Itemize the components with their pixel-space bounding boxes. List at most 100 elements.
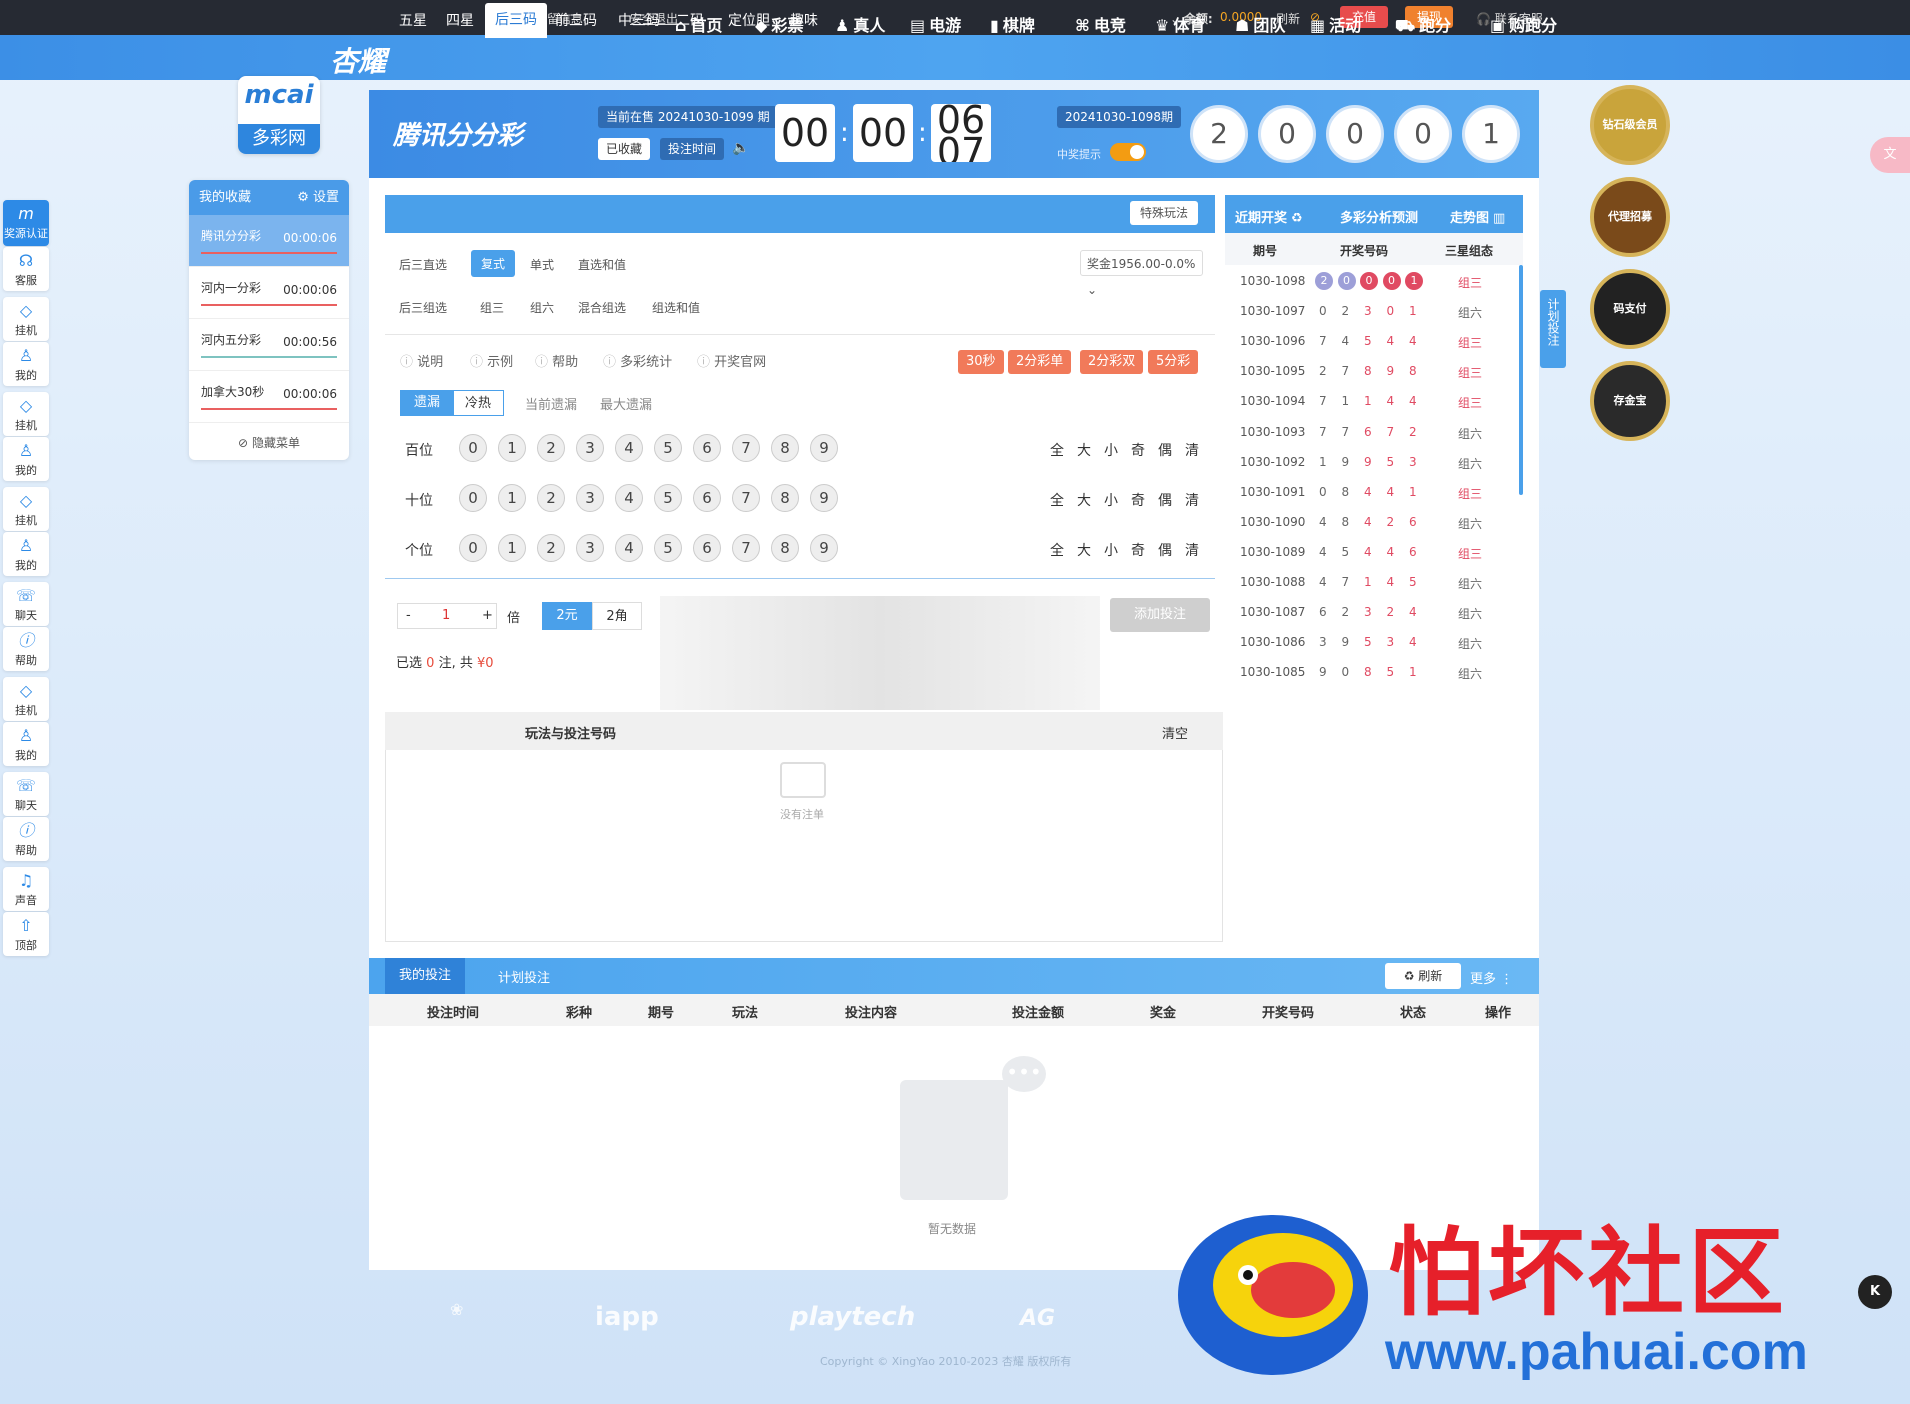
number-ball[interactable]: 9 [810, 484, 838, 512]
plan-bets-tab[interactable]: 计划投注 [498, 967, 550, 986]
quick-filter[interactable]: 大 [1077, 540, 1091, 560]
tab-2[interactable]: 四星 [446, 10, 474, 30]
sidebar-我的[interactable]: ♙ 我的 [3, 722, 49, 766]
sidebar-我的[interactable]: ♙ 我的 [3, 437, 49, 481]
info-link-1[interactable]: ⓘ 说明 [400, 351, 443, 370]
hide-menu-button[interactable]: ⊘ 隐藏菜单 [189, 423, 349, 460]
number-ball[interactable]: 1 [498, 534, 526, 562]
my-bets-tab[interactable]: 我的投注 [385, 958, 465, 994]
nav-11[interactable]: ▣ 购跑分 [1490, 12, 1557, 36]
quick-filter[interactable]: 奇 [1131, 440, 1145, 460]
sidebar-聊天[interactable]: ☏ 聊天 [3, 772, 49, 816]
multiplier-input[interactable]: 1 [442, 608, 450, 623]
quick-filter[interactable]: 偶 [1158, 440, 1172, 460]
number-ball[interactable]: 7 [732, 534, 760, 562]
sidebar-我的[interactable]: ♙ 我的 [3, 342, 49, 386]
quick-filter[interactable]: 清 [1185, 440, 1199, 460]
quick-filter[interactable]: 小 [1104, 490, 1118, 510]
scrollbar[interactable] [1519, 265, 1523, 495]
number-ball[interactable]: 3 [576, 484, 604, 512]
tab-3[interactable]: 后三码 [485, 3, 547, 38]
info-link-2[interactable]: ⓘ 示例 [470, 351, 513, 370]
quick-filter[interactable]: 全 [1050, 440, 1064, 460]
tab-6[interactable]: 二码 [676, 10, 704, 30]
favorite-item[interactable]: 河内五分彩 00:00:56 [189, 319, 349, 371]
sidebar-客服[interactable]: ☊ 客服 [3, 247, 49, 291]
tab-5[interactable]: 中三码 [618, 10, 660, 30]
number-ball[interactable]: 6 [693, 434, 721, 462]
sidebar-帮助[interactable]: ⓘ 帮助 [3, 627, 49, 671]
subtab-3[interactable]: 单式 [530, 256, 554, 273]
number-ball[interactable]: 7 [732, 484, 760, 512]
sidebar-挂机[interactable]: ◇ 挂机 [3, 392, 49, 436]
number-ball[interactable]: 0 [459, 534, 487, 562]
sidebar-我的[interactable]: ♙ 我的 [3, 532, 49, 576]
nav-5[interactable]: ▮ 棋牌 [990, 12, 1035, 36]
tab-8[interactable]: 趣味 [790, 10, 818, 30]
number-ball[interactable]: 6 [693, 484, 721, 512]
sidebar-挂机[interactable]: ◇ 挂机 [3, 677, 49, 721]
nav-10[interactable]: ⛟ 跑分 [1395, 12, 1451, 37]
number-ball[interactable]: 8 [771, 534, 799, 562]
vip-badge[interactable]: 钻石级会员 [1590, 85, 1670, 165]
sidebar-奖源认证[interactable]: m 奖源认证 [3, 200, 49, 246]
number-ball[interactable]: 8 [771, 484, 799, 512]
number-ball[interactable]: 5 [654, 534, 682, 562]
tab-7[interactable]: 定位胆 [728, 10, 770, 30]
quick-filter[interactable]: 清 [1185, 490, 1199, 510]
number-ball[interactable]: 1 [498, 484, 526, 512]
nav-4[interactable]: ▤ 电游 [910, 12, 961, 36]
subtab2-4[interactable]: 混合组选 [578, 299, 626, 316]
collected-button[interactable]: 已收藏 [598, 138, 651, 160]
multiplier-stepper[interactable]: - 1 + [397, 603, 497, 629]
quick-game-4[interactable]: 5分彩 [1148, 350, 1199, 374]
odds-select[interactable]: 奖金1956.00-0.0% ⌄ [1080, 250, 1203, 297]
omit-tab[interactable]: 遗漏 [400, 390, 455, 416]
hot-cold-tab[interactable]: 冷热 [452, 390, 505, 416]
quick-filter[interactable]: 奇 [1131, 540, 1145, 560]
quick-filter[interactable]: 偶 [1158, 490, 1172, 510]
number-ball[interactable]: 4 [615, 534, 643, 562]
number-ball[interactable]: 8 [771, 434, 799, 462]
notify-toggle[interactable] [1110, 143, 1146, 161]
number-ball[interactable]: 1 [498, 434, 526, 462]
number-ball[interactable]: 6 [693, 534, 721, 562]
tab-4[interactable]: 前三码 [555, 10, 597, 30]
number-ball[interactable]: 2 [537, 434, 565, 462]
subtab-2[interactable]: 复式 [471, 250, 516, 277]
quick-filter[interactable]: 大 [1077, 440, 1091, 460]
quick-filter[interactable]: 全 [1050, 540, 1064, 560]
quick-filter[interactable]: 奇 [1131, 490, 1145, 510]
sidebar-帮助[interactable]: ⓘ 帮助 [3, 817, 49, 861]
mcai-logo[interactable]: mcai 多彩网 [238, 76, 320, 154]
nav-3[interactable]: ♟ 真人 [835, 12, 885, 36]
number-ball[interactable]: 0 [459, 484, 487, 512]
number-ball[interactable]: 9 [810, 434, 838, 462]
favorite-item[interactable]: 腾讯分分彩 00:00:06 [189, 215, 349, 267]
info-link-5[interactable]: ⓘ 开奖官网 [697, 351, 766, 370]
history-tab-1[interactable]: 近期开奖 ♻ [1235, 207, 1303, 226]
pay-badge[interactable]: 码支付 [1590, 269, 1670, 349]
agent-badge[interactable]: 代理招募 [1590, 177, 1670, 257]
subtab2-5[interactable]: 组选和值 [652, 299, 700, 316]
quick-filter[interactable]: 大 [1077, 490, 1091, 510]
info-link-3[interactable]: ⓘ 帮助 [535, 351, 578, 370]
sidebar-聊天[interactable]: ☏ 聊天 [3, 582, 49, 626]
history-tab-2[interactable]: 多彩分析预测 [1340, 207, 1418, 226]
quick-filter[interactable]: 偶 [1158, 540, 1172, 560]
sidebar-声音[interactable]: ♫ 声音 [3, 867, 49, 911]
number-ball[interactable]: 5 [654, 434, 682, 462]
sidebar-顶部[interactable]: ⇧ 顶部 [3, 912, 49, 956]
number-ball[interactable]: 9 [810, 534, 838, 562]
refresh-button[interactable]: ♻ 刷新 [1385, 963, 1461, 989]
minus-button[interactable]: - [406, 608, 411, 623]
subtab2-1[interactable]: 后三组选 [399, 299, 447, 316]
number-ball[interactable]: 4 [615, 434, 643, 462]
subtab-4[interactable]: 直选和值 [578, 256, 626, 273]
number-ball[interactable]: 7 [732, 434, 760, 462]
bet-time-button[interactable]: 投注时间 [660, 138, 725, 160]
number-ball[interactable]: 4 [615, 484, 643, 512]
quick-game-1[interactable]: 30秒 [958, 350, 1004, 374]
speaker-icon[interactable]: 🔈 [732, 140, 749, 156]
number-ball[interactable]: 3 [576, 534, 604, 562]
